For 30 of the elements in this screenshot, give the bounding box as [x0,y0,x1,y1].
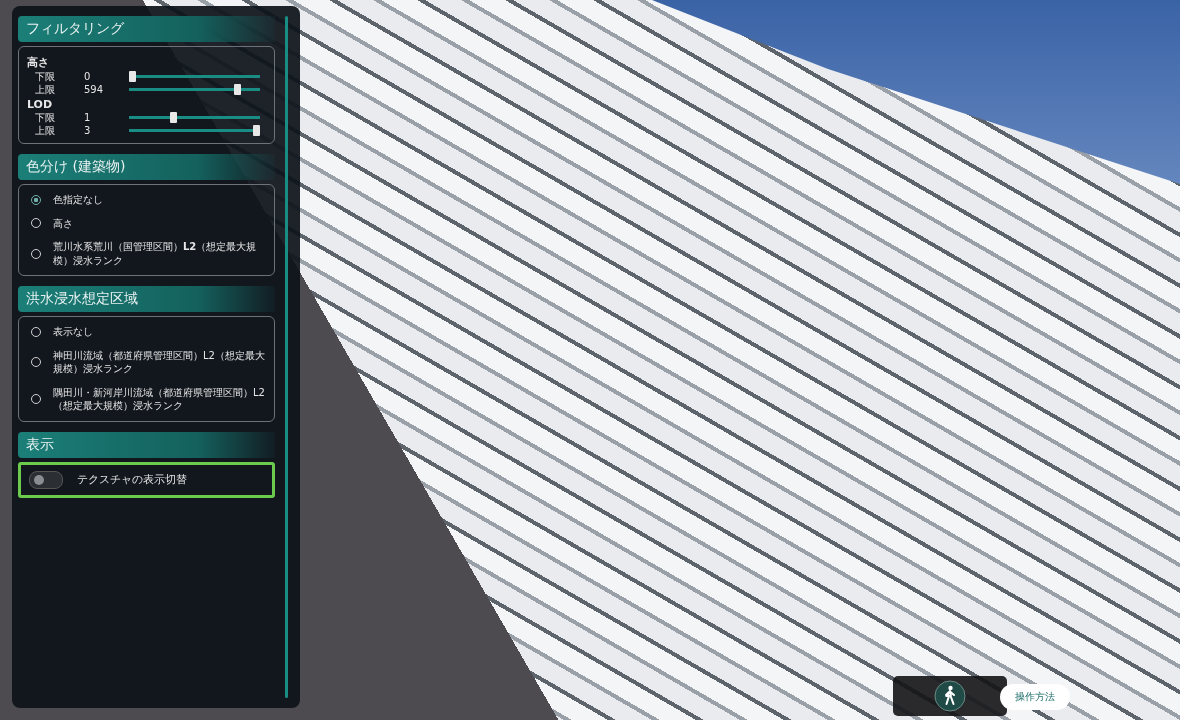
radio-button[interactable] [31,194,41,205]
toggle-switch[interactable] [29,470,63,489]
help-button[interactable]: 操作方法 [1000,684,1070,710]
slider-value: 594 [84,84,105,95]
option-label[interactable]: 神田川流域（都道府県管理区間）L2（想定最大規模）浸水ランク [53,348,266,376]
option-label[interactable]: 色指定なし [53,193,103,207]
group-label: 高さ [27,55,50,70]
option-label[interactable]: 高さ [53,216,73,230]
option-label[interactable]: 隅田川・新河岸川流域（都道府県管理区間）L2（想定最大規模）浸水ランク [53,385,266,413]
section-header: 洪水浸水想定区域 [18,286,275,312]
slider-thumb[interactable] [253,125,260,136]
option-label[interactable]: 表示なし [53,325,93,339]
slider-label: 下限 [34,69,56,84]
section-header: 色分け (建築物) [18,154,275,180]
slider-thumb[interactable] [234,84,242,95]
slider-value: 1 [84,112,92,123]
option-label[interactable]: 荒川水系荒川（国管理区間）L2（想定最大規模）浸水ランク [53,240,266,267]
slider-value: 3 [84,125,92,136]
slider-thumb[interactable] [129,71,136,82]
scrollbar[interactable] [285,16,288,698]
walking-person-icon[interactable] [934,680,966,712]
slider-thumb[interactable] [169,112,177,123]
slider-label: 上限 [34,82,56,97]
section-header: フィルタリング [18,16,275,42]
slider-value: 0 [84,71,92,82]
slider-label: 上限 [34,123,56,138]
slider-label: 下限 [34,110,56,125]
group-label: LOD [27,98,54,111]
section-header: 表示 [18,431,275,458]
toggle-label: テクスチャの表示切替 [77,472,187,487]
